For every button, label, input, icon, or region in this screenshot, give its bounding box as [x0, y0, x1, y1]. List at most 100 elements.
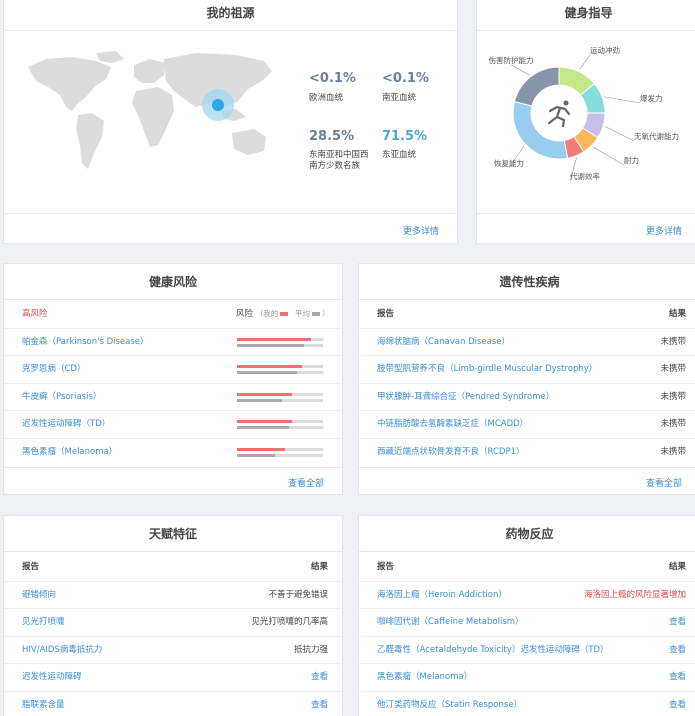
table-row[interactable]: 中链脂肪酸去氢酶素缺乏症（MCADD） 未携带 — [359, 410, 695, 437]
stat-europe-label: 欧洲血统 — [309, 93, 344, 103]
table-row[interactable]: 海洛因上瘾（Heroin Addiction） 海洛因上瘾的风险显著增加 — [359, 581, 695, 608]
risk-bar-mine — [237, 365, 303, 369]
donut-leader-line — [579, 54, 591, 70]
table-row[interactable]: 避错倾向 不善于避免错误 — [4, 581, 342, 608]
traits-title: 天赋特征 — [4, 516, 342, 552]
stat-southasia-label: 南亚血统 — [382, 93, 417, 103]
genetic-row-name[interactable]: 中链脂肪酸去氢酶素缺乏症（MCADD） — [377, 411, 528, 438]
genetic-row-result: 未携带 — [660, 364, 686, 375]
donut-label: 代谢效率 — [570, 171, 600, 181]
health_risk-row-name[interactable]: 黑色素瘤（Melanoma） — [22, 439, 117, 466]
risk-bar-avg — [237, 371, 298, 375]
health-risk-card: 健康风险 高风险 风险 （我的 平均） 帕金森（Parkinson's Dise… — [3, 263, 343, 495]
genetic-row-name[interactable]: 西藏近端点状软骨发育不良（RCDP1） — [377, 439, 525, 466]
risk-bar-avg — [237, 398, 282, 402]
donut-label: 爆发力 — [640, 93, 663, 103]
table-row[interactable]: 咖啡因代谢（Caffeine Metabolism） 查看 — [359, 608, 695, 635]
genetic-card: 遗传性疾病 报告 结果 海绵状脑病（Canavan Disease） 未携带 肢带型… — [358, 263, 695, 495]
stat-sea-label: 东南亚和中国西南方少数名族 — [309, 150, 369, 171]
drugs-row-result[interactable]: 查看 — [669, 609, 686, 636]
drugs-row-result[interactable]: 查看 — [669, 692, 686, 716]
donut-leader-line — [604, 96, 641, 104]
traits-row-name[interactable]: 脂联素含量 — [22, 692, 65, 716]
table-row[interactable]: 牛皮癣（Psoriasis） — [4, 382, 342, 411]
table-row[interactable]: 肢带型肌营养不良（Limb-girdle Muscular Dystrophy）… — [359, 355, 695, 382]
risk-bar-avg — [237, 344, 305, 347]
donut-label: 耐力 — [624, 155, 639, 165]
drugs-row-name[interactable]: 他汀类药物反应（Statin Response） — [377, 692, 522, 716]
table-row[interactable]: 迟发性运动障碍 查看 — [4, 663, 342, 690]
stat-sea-pct: 28.5% — [309, 129, 355, 144]
traits-card: 天赋特征 报告 结果 避错倾向 不善于避免错误 见光打喷嚏 见光打喷嚏的几率高 HIV/… — [3, 515, 343, 716]
genetic-col-result: 结果 — [668, 309, 686, 319]
traits-col-report: 报告 — [22, 562, 40, 572]
drugs-col-result: 结果 — [668, 562, 686, 572]
donut-slice — [513, 66, 560, 107]
genetic-col-report: 报告 — [377, 309, 395, 319]
donut-label: 恢复能力 — [494, 158, 524, 168]
table-row[interactable]: HIV/AIDS病毒抵抗力 抵抗力强 — [4, 635, 342, 664]
runner-icon — [547, 100, 571, 128]
table-row[interactable]: 脂联素含量 查看 — [4, 690, 342, 716]
health_risk-row-name[interactable]: 迟发性运动障碍（TD） — [22, 411, 110, 438]
health_risk-row-name[interactable]: 牛皮癣（Psoriasis） — [22, 384, 101, 411]
genetic-row-name[interactable]: 海绵状脑病（Canavan Disease） — [377, 329, 510, 356]
genetic-row-name[interactable]: 肢带型肌营养不良（Limb-girdle Muscular Dystrophy） — [377, 356, 597, 383]
table-row[interactable]: 黑色素瘤（Melanoma） 查看 — [359, 663, 695, 690]
world-map — [28, 51, 272, 169]
drugs-card: 药物反应 报告 结果 海洛因上瘾（Heroin Addiction） 海洛因上瘾的… — [358, 515, 695, 716]
table-row[interactable]: 迟发性运动障碍（TD） — [4, 410, 342, 437]
stat-eastasia-pct: 71.5% — [382, 129, 428, 144]
genetic-row-name[interactable]: 甲状腺肿-耳聋综合征（Pendred Syndrome） — [377, 384, 554, 411]
traits-row-name[interactable]: HIV/AIDS病毒抵抗力 — [22, 637, 102, 664]
genetic-row-result: 未携带 — [660, 419, 686, 430]
health_risk-row-name[interactable]: 克罗恩病（CD） — [22, 356, 85, 383]
traits-row-name[interactable]: 避错倾向 — [22, 582, 56, 609]
drugs-row-result[interactable]: 查看 — [669, 637, 686, 664]
table-row[interactable]: 西藏近端点状软骨发育不良（RCDP1） 未携带 — [359, 437, 695, 466]
table-row[interactable]: 他汀类药物反应（Statin Response） 查看 — [359, 690, 695, 716]
drugs-title: 药物反应 — [359, 516, 695, 552]
table-row[interactable]: 黑色素瘤（Melanoma） — [4, 437, 342, 466]
stat-southasia-pct: <0.1% — [382, 71, 429, 86]
risk-bar-mine — [237, 447, 286, 451]
fitness-card: 健身指导 运动冲劲 爆发力 无氧代谢能力 耐力 代谢效率 恢复能力 伤害防护能力 更多详情 — [476, 0, 695, 244]
risk-bar-avg — [237, 453, 275, 457]
table-row[interactable]: 帕金森（Parkinson's Disease） — [4, 328, 342, 355]
stat-europe-pct: <0.1% — [309, 71, 356, 86]
ancestry-title: 我的祖源 — [4, 0, 457, 31]
drugs-row-name[interactable]: 海洛因上瘾（Heroin Addiction） — [377, 582, 507, 609]
ancestry-more-link[interactable]: 更多详情 — [403, 224, 439, 237]
traits-row-result[interactable]: 查看 — [311, 692, 328, 716]
drugs-row-name[interactable]: 咖啡因代谢（Caffeine Metabolism） — [377, 609, 524, 636]
genetic-title: 遗传性疾病 — [359, 264, 695, 300]
traits-row-name[interactable]: 迟发性运动障碍 — [22, 664, 82, 691]
table-row[interactable]: 见光打喷嚏 见光打喷嚏的几率高 — [4, 608, 342, 635]
traits-row-result: 见光打喷嚏的几率高 — [251, 617, 328, 628]
table-row[interactable]: 海绵状脑病（Canavan Disease） 未携带 — [359, 328, 695, 355]
fitness-more-link[interactable]: 更多详情 — [646, 224, 682, 237]
fitness-title: 健身指导 — [477, 0, 695, 31]
traits-row-result[interactable]: 查看 — [311, 664, 328, 691]
drugs-row-name[interactable]: 黑色素瘤（Melanoma） — [377, 664, 472, 691]
fitness-donut-chart: 运动冲劲爆发力无氧代谢能力耐力代谢效率 恢复能力 伤害防护能力 — [489, 45, 679, 182]
health_risk-row-name[interactable]: 帕金森（Parkinson's Disease） — [22, 329, 149, 356]
genetic-more-link[interactable]: 查看全部 — [646, 476, 682, 489]
high-risk-label: 高风险 — [22, 309, 48, 319]
health-risk-more-link[interactable]: 查看全部 — [288, 476, 324, 489]
traits-row-result: 抵抗力强 — [293, 644, 328, 655]
table-row[interactable]: 甲状腺肿-耳聋综合征（Pendred Syndrome） 未携带 — [359, 382, 695, 411]
drugs-row-result: 海洛因上瘾的风险显著增加 — [583, 590, 686, 600]
drugs-row-name[interactable]: 乙醛毒性（Acetaldehyde Toxicity）迟发性运动障碍（TD） — [377, 637, 609, 664]
donut-leader-line — [604, 126, 635, 142]
traits-col-result: 结果 — [310, 562, 328, 572]
table-row[interactable]: 乙醛毒性（Acetaldehyde Toxicity）迟发性运动障碍（TD） 查看 — [359, 635, 695, 664]
donut-label: 无氧代谢能力 — [634, 131, 679, 141]
traits-row-name[interactable]: 见光打喷嚏 — [22, 609, 65, 636]
genetic-row-result: 未携带 — [660, 391, 686, 402]
genetic-row-result: 未携带 — [660, 337, 686, 347]
risk-bar-mine — [237, 392, 293, 396]
drugs-row-result[interactable]: 查看 — [669, 664, 686, 691]
table-row[interactable]: 克罗恩病（CD） — [4, 355, 342, 382]
ancestry-card: 我的祖源 <0.1% 欧洲血统 <0.1% 南亚血统 28.5% 东南亚和中国西… — [3, 0, 458, 244]
